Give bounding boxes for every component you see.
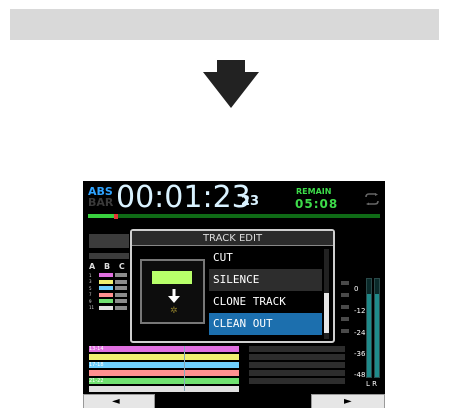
track-number: 3 — [89, 279, 92, 285]
meter-tick — [341, 281, 349, 285]
lane-empty — [249, 346, 345, 352]
meter-scale-label: -48 — [354, 371, 366, 379]
down-arrow-icon — [168, 289, 180, 303]
track-level — [99, 305, 113, 310]
menu-item-cut[interactable]: CUT — [209, 247, 322, 269]
meter-channel-labels: L R — [366, 380, 377, 388]
track-row: 11 — [89, 305, 129, 312]
remain-time: 05:08 — [295, 197, 339, 211]
track-level — [99, 286, 113, 291]
position-bar-fill — [88, 214, 118, 218]
right-arrow-icon: ► — [344, 396, 352, 407]
lane-15-16 — [89, 354, 239, 360]
lane-empty — [249, 370, 345, 376]
counter-mode-alt-label[interactable]: BAR — [88, 197, 113, 208]
meter-tick — [341, 305, 349, 309]
track-number: 9 — [89, 298, 92, 304]
playhead-line — [184, 346, 185, 391]
panel-slab — [89, 234, 129, 248]
track-level — [99, 292, 113, 297]
track-number: 1 — [89, 272, 92, 278]
meter-scale-label: 0 — [354, 285, 359, 293]
level-meter-right — [374, 278, 380, 378]
remain-label: REMAIN — [296, 187, 332, 196]
menu-item-clone-track[interactable]: CLONE TRACK — [209, 291, 322, 313]
clean-out-illustration: ✲ — [140, 259, 205, 324]
meter-scale-label: -12 — [354, 307, 366, 315]
top-bar — [10, 9, 439, 40]
meter-tick — [341, 317, 349, 321]
track-level — [99, 279, 113, 284]
lane-empty — [249, 378, 345, 384]
left-arrow-icon: ◄ — [112, 396, 120, 407]
edit-menu: CUT SILENCE CLONE TRACK CLEAN OUT — [209, 247, 322, 335]
position-marker — [114, 214, 118, 219]
panel-row — [89, 253, 129, 259]
recorder-screen: ABS BAR 00:01:23 23 REMAIN 05:08 A B C D… — [83, 181, 385, 408]
menu-item-clean-out[interactable]: CLEAN OUT — [209, 313, 322, 335]
track-level — [99, 273, 113, 278]
frame-counter: 23 — [241, 194, 260, 209]
lane-label: 21-22 — [89, 378, 104, 384]
meter-tick — [341, 293, 349, 297]
track-number: 7 — [89, 292, 92, 298]
lane-13-14 — [89, 346, 239, 352]
meter-fill — [367, 293, 371, 377]
track-number: 11 — [89, 305, 95, 311]
lane-21-22 — [89, 378, 239, 384]
meter-scale-label: -36 — [354, 350, 366, 358]
lane-19-20 — [89, 370, 239, 376]
menu-item-silence[interactable]: SILENCE — [209, 269, 322, 291]
track-block-icon — [152, 271, 192, 284]
time-counter: 00:01:23 — [116, 181, 251, 215]
down-arrow-icon — [203, 60, 259, 108]
track-level-bg — [115, 292, 127, 297]
menu-scrollbar[interactable] — [324, 249, 329, 339]
track-list: 1 3 5 7 9 11 — [89, 272, 129, 311]
lane-extra — [89, 386, 239, 392]
lane-label: 17-18 — [89, 362, 104, 368]
level-meter-left — [366, 278, 372, 378]
loop-icon[interactable] — [363, 193, 381, 205]
meter-tick — [341, 329, 349, 333]
track-level — [99, 299, 113, 304]
track-level-bg — [115, 279, 127, 284]
position-bar[interactable] — [88, 214, 380, 218]
previous-button[interactable]: ◄ — [83, 394, 155, 408]
scroll-thumb[interactable] — [324, 293, 329, 333]
meter-scale-label: -24 — [354, 329, 366, 337]
track-edit-dialog: TRACK EDIT ✲ CUT SILENCE CLONE TRACK CLE… — [130, 229, 335, 343]
meter-fill — [375, 293, 379, 377]
track-level-bg — [115, 305, 127, 310]
dialog-title: TRACK EDIT — [132, 231, 333, 246]
next-button[interactable]: ► — [311, 394, 385, 408]
sparkle-icon: ✲ — [170, 306, 178, 316]
lane-label: 13-14 — [89, 346, 104, 352]
track-level-bg — [115, 273, 127, 278]
track-level-bg — [115, 299, 127, 304]
lane-empty — [249, 354, 345, 360]
track-level-bg — [115, 286, 127, 291]
track-number: 5 — [89, 285, 92, 291]
lane-empty — [249, 362, 345, 368]
stage: ABS BAR 00:01:23 23 REMAIN 05:08 A B C D… — [0, 0, 449, 408]
lane-17-18 — [89, 362, 239, 368]
